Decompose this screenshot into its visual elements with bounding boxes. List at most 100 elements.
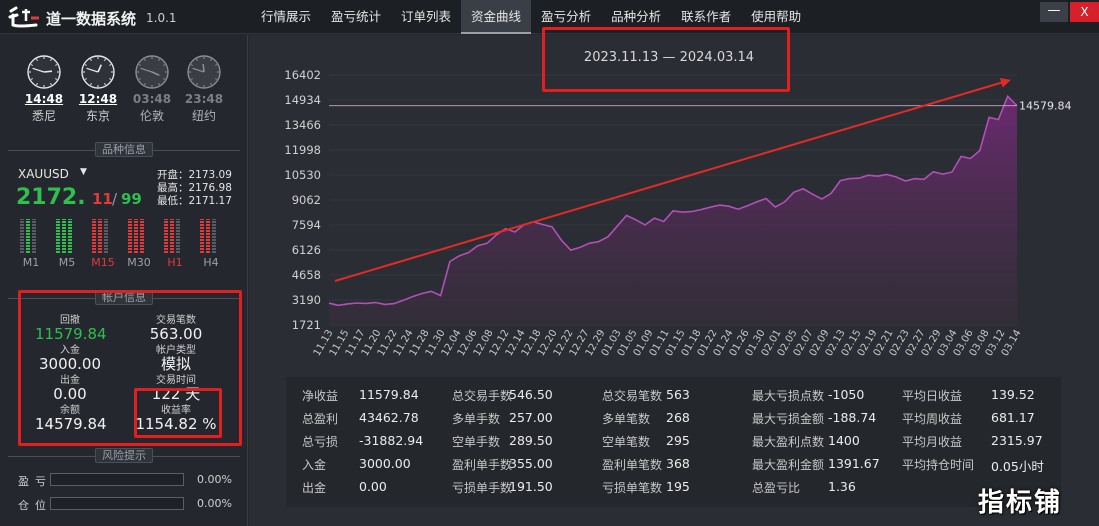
stat-value: 563	[666, 387, 690, 402]
account-balance: 余额 14579.84	[35, 405, 107, 433]
stat-label: 最大亏损点数	[752, 389, 825, 403]
trade-time-highlight	[134, 388, 222, 438]
stat-value: 0.00	[359, 479, 387, 494]
strength-bar	[164, 219, 168, 253]
risk-pnl-bar	[50, 473, 184, 486]
y-tick-label: 10530	[284, 168, 321, 182]
stat-value: 368	[666, 456, 690, 471]
clock-icon	[135, 55, 169, 89]
stat-label: 总亏损	[302, 435, 339, 449]
symbol-name[interactable]: XAUUSD	[18, 167, 69, 181]
stat-value: -31882.94	[359, 433, 424, 448]
y-tick-label: 4658	[292, 268, 321, 282]
timeframe-3[interactable]: M30	[127, 219, 151, 269]
strength-bar	[140, 219, 144, 253]
equity-curve-panel: 1721 3190 4658 6126 7594 9062 10530 11998 13466 1…	[249, 27, 1099, 526]
stat-value: 191.50	[509, 479, 553, 494]
stat-label: 总盈利	[302, 412, 339, 426]
stat-value: 1391.67	[828, 456, 880, 471]
stat-label: 平均持仓时间	[902, 458, 975, 472]
y-tick-label: 11998	[284, 143, 321, 157]
stat-value: 3000.00	[359, 456, 411, 471]
app-window: 道一数据系统 1.0.1 行情展示 盈亏统计 订单列表 资金曲线 盈亏分析 品种分析 联系作…	[0, 0, 1099, 526]
low-price: 最低：2171.17	[157, 195, 232, 207]
stat-label: 最大盈利金额	[752, 458, 825, 472]
strength-bar	[26, 219, 30, 253]
risk-position-bar	[50, 497, 184, 510]
price-separator: /	[112, 190, 118, 208]
symbol-dropdown-icon[interactable]: ▼	[80, 167, 87, 177]
y-tick-label: 9062	[292, 193, 321, 207]
clock-time: 23:48	[184, 92, 224, 106]
account-withdraw: 出金 0.00	[53, 375, 87, 403]
strength-bar	[56, 219, 60, 253]
stat-label: 盈利单笔数	[602, 458, 663, 472]
clock-time: 14:48	[24, 92, 64, 106]
strength-bar	[20, 219, 24, 253]
risk-position-label: 仓位	[18, 499, 52, 512]
price-main: 2172.	[16, 185, 86, 210]
stat-value: 681.17	[991, 410, 1035, 425]
timeframe-label: H1	[167, 256, 183, 269]
clock-icon	[187, 55, 221, 89]
sidebar: 14:48 悉尼 12:48 东京 03:48 伦敦 23:48 纽约 品种信息…	[0, 35, 248, 526]
stat-label: 空单手数	[452, 435, 501, 449]
account-drawdown: 回撤 11579.84	[35, 315, 107, 343]
stat-label: 平均日收益	[902, 389, 963, 403]
stat-value: 0.05小时	[991, 459, 1044, 474]
app-title: 道一数据系统	[46, 10, 137, 28]
timeframe-0[interactable]: M1	[20, 219, 42, 269]
stat-value: 268	[666, 410, 690, 425]
section-header-risk: 风险提示	[8, 448, 240, 463]
stat-value: 11579.84	[359, 387, 419, 402]
watermark: 指标铺	[978, 488, 1063, 518]
minimize-button[interactable]: —	[1040, 2, 1068, 22]
clock-time: 12:48	[78, 92, 118, 106]
strength-bar	[206, 219, 210, 253]
risk-pnl-value: 0.00%	[197, 473, 232, 486]
stat-value: 139.52	[991, 387, 1035, 402]
clock-time: 03:48	[132, 92, 172, 106]
stat-value: 295	[666, 433, 690, 448]
timeframe-label: M30	[127, 256, 151, 269]
menu-item-2[interactable]: 订单列表	[391, 0, 461, 34]
price-mid-digits: 11	[92, 190, 113, 208]
clock-1: 12:48 东京	[78, 55, 118, 124]
menu-item-0[interactable]: 行情展示	[251, 0, 321, 34]
last-value-label: 14579.84	[1019, 100, 1072, 113]
app-logo-icon	[8, 6, 39, 28]
stat-label: 亏损单笔数	[602, 481, 663, 495]
section-header-symbol: 品种信息	[8, 142, 240, 157]
close-button[interactable]: X	[1070, 2, 1099, 22]
stat-label: 净收益	[302, 389, 339, 403]
stat-label: 盈利单手数	[452, 458, 513, 472]
y-tick-label: 6126	[292, 243, 321, 257]
stat-label: 总交易手数	[452, 389, 513, 403]
stat-label: 最大亏损金额	[752, 412, 825, 426]
strength-bar	[32, 219, 36, 253]
clock-0: 14:48 悉尼	[24, 55, 64, 124]
stat-value: 1.36	[828, 479, 856, 494]
date-range: 2023.11.13 — 2024.03.14	[583, 50, 755, 65]
timeframe-label: M1	[22, 256, 40, 269]
timeframe-5[interactable]: H4	[200, 219, 222, 269]
stat-label: 出金	[302, 481, 327, 495]
stat-value: 2315.97	[991, 433, 1043, 448]
clock-2: 03:48 伦敦	[132, 55, 172, 124]
stat-value: -188.74	[828, 410, 877, 425]
strength-bar	[62, 219, 66, 253]
statistics-table: 净收益 11579.84 总盈利 43462.78 总亏损 -31882.94 入金 3000…	[286, 377, 1061, 507]
price-last-digits: 99	[121, 190, 142, 208]
menu-item-3[interactable]: 资金曲线	[461, 0, 532, 34]
menu-item-1[interactable]: 盈亏统计	[321, 0, 391, 34]
timeframe-1[interactable]: M5	[56, 219, 78, 269]
strength-bar	[170, 219, 174, 253]
clock-3: 23:48 纽约	[184, 55, 224, 124]
timeframe-label: H4	[203, 256, 219, 269]
clock-city: 伦敦	[139, 109, 164, 123]
timeframe-4[interactable]: H1	[164, 219, 186, 269]
timeframe-2[interactable]: M15	[91, 219, 115, 269]
stat-value: 289.50	[509, 433, 553, 448]
y-tick-label: 7594	[292, 218, 321, 232]
strength-bar	[134, 219, 138, 253]
